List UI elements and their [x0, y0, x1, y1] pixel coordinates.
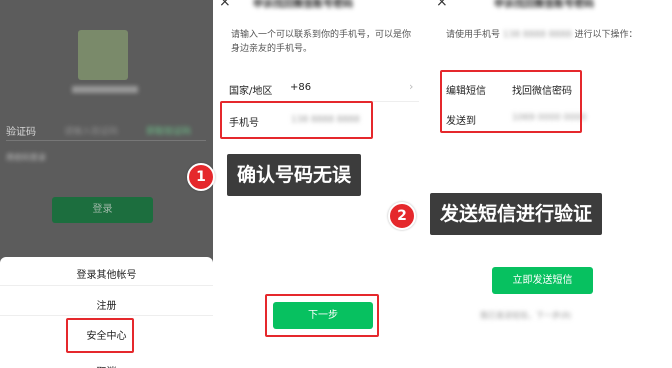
- country-label: 国家/地区: [229, 86, 273, 97]
- sheet-item-cancel[interactable]: 取消: [0, 363, 213, 368]
- avatar: [78, 30, 128, 80]
- send-sms-button-label: 立即发送短信: [512, 275, 573, 286]
- callout-text-2: 发送短信进行验证: [430, 193, 603, 235]
- highlight-sms-info: [440, 70, 582, 133]
- country-code[interactable]: +86: [290, 82, 311, 93]
- callout-text-1: 确认号码无误: [227, 154, 362, 196]
- sheet-divider: [0, 315, 213, 316]
- highlight-security-center: [66, 318, 134, 353]
- description: 请输入一个可以联系到你的手机号，可以是你身边亲友的手机号。: [231, 30, 412, 54]
- divider: [6, 140, 206, 141]
- verify-label: 验证码: [6, 127, 36, 138]
- login-button[interactable]: 登录: [52, 197, 153, 223]
- verify-code-input[interactable]: 请输入验证码: [64, 124, 118, 137]
- sheet-divider: [0, 285, 213, 286]
- page-title: 申诉找回微信账号密码: [253, 0, 353, 10]
- send-sms-button[interactable]: 立即发送短信: [492, 267, 593, 294]
- close-icon[interactable]: ×: [219, 0, 231, 10]
- password-login-link[interactable]: 用密码登录: [6, 152, 46, 163]
- callout-number-2: 2: [388, 202, 416, 230]
- instruction-suffix: 进行以下操作：: [574, 30, 638, 40]
- login-panel: 验证码 请输入验证码 获取验证码 用密码登录 登录 登录其他帐号 注册 安全中心…: [0, 0, 213, 368]
- sent-next-link[interactable]: 我已发送短信，下一步(8): [480, 310, 571, 321]
- instruction-number: 138 8888 8888: [502, 30, 572, 40]
- highlight-next-button: [265, 294, 379, 337]
- sheet-item-register[interactable]: 注册: [0, 297, 213, 312]
- account-name: [72, 86, 138, 93]
- chevron-right-icon: ›: [409, 80, 414, 93]
- highlight-phone-row: [220, 101, 373, 139]
- login-button-label: 登录: [92, 204, 113, 215]
- instruction: 请使用手机号 138 8888 8888 进行以下操作：: [446, 28, 646, 42]
- close-icon[interactable]: ×: [436, 0, 448, 10]
- sheet-item-other-account[interactable]: 登录其他帐号: [0, 266, 213, 281]
- sms-verify-panel: × 申诉找回微信账号密码 请使用手机号 138 8888 8888 进行以下操作…: [430, 0, 672, 368]
- callout-number-1: 1: [187, 163, 215, 191]
- get-code-button[interactable]: 获取验证码: [146, 124, 191, 137]
- instruction-prefix: 请使用手机号: [446, 30, 501, 40]
- page-title: 申诉找回微信账号密码: [494, 0, 594, 10]
